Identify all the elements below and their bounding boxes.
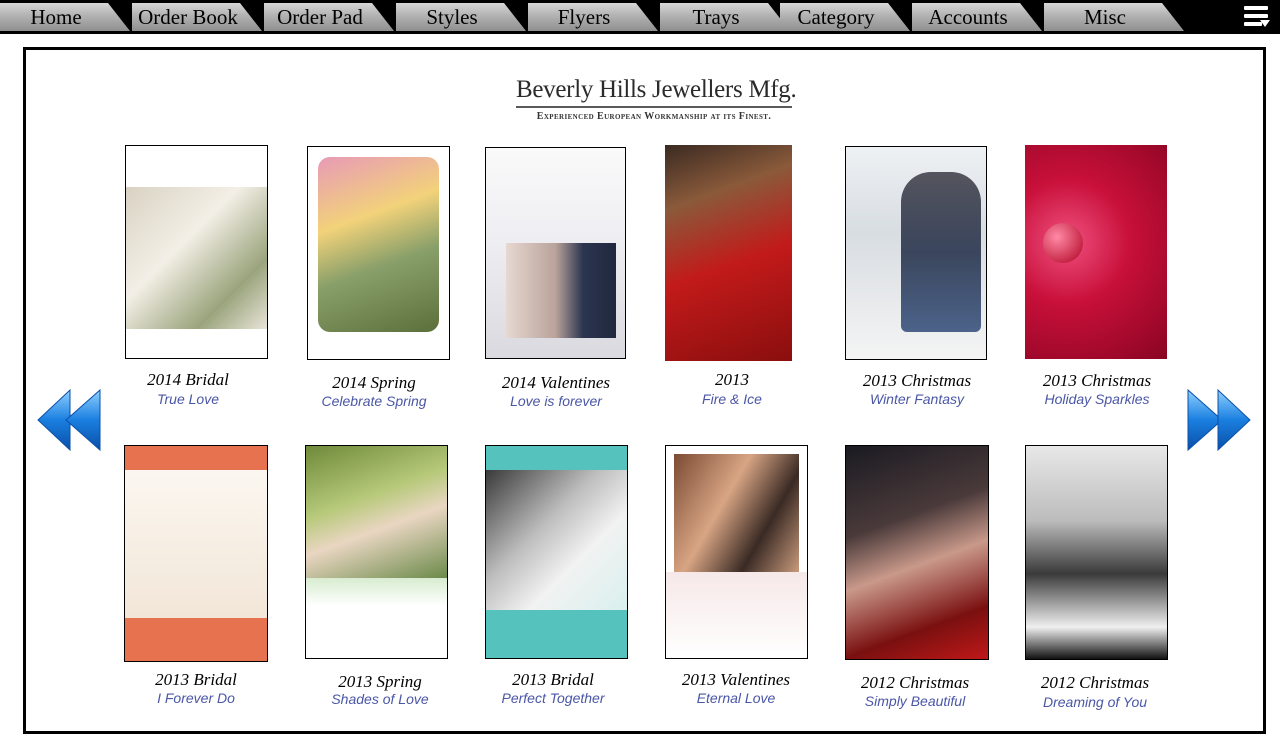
flyer-subtitle[interactable]: Fire & Ice: [632, 391, 832, 407]
flyer-cover-2013-fire-ice[interactable]: [665, 145, 792, 361]
brand-divider: [516, 106, 792, 108]
flyer-subtitle[interactable]: Holiday Sparkles: [997, 391, 1197, 407]
brand-name: Beverly Hills Jewellers Mfg.: [516, 76, 797, 103]
tab-label: Trays: [692, 5, 740, 29]
flyer-subtitle[interactable]: Simply Beautiful: [815, 693, 1015, 709]
tab-home[interactable]: Home: [0, 3, 130, 31]
flyer-cover-2013-spring-shades[interactable]: [305, 445, 448, 659]
flyer-title: 2013 Christmas: [862, 371, 972, 390]
flyer-cover-2014-bridal[interactable]: [125, 145, 268, 359]
flyer-subtitle[interactable]: Dreaming of You: [995, 694, 1195, 710]
flyer-cover-2013-bridal-forever[interactable]: [124, 445, 268, 662]
tab-trays[interactable]: Trays: [660, 3, 790, 31]
tab-label: Category: [797, 5, 875, 29]
flyer-cover-2013-christmas-winter[interactable]: [845, 146, 987, 360]
tab-label: Accounts: [928, 5, 1008, 29]
flyer-cover-2012-christmas-dreaming[interactable]: [1025, 445, 1168, 660]
flyer-subtitle[interactable]: Winter Fantasy: [817, 391, 1017, 407]
flyer-cover-2014-valentines[interactable]: [485, 147, 626, 359]
flyer-title: 2014 Valentines: [501, 373, 611, 392]
flyer-title: 2013: [715, 370, 749, 389]
tab-label: Order Book: [138, 5, 238, 29]
flyer-cover-2013-bridal-perfect[interactable]: [485, 445, 628, 659]
flyer-title: 2013 Christmas: [1042, 371, 1152, 390]
tab-label: Misc: [1084, 5, 1126, 29]
flyer-subtitle[interactable]: True Love: [88, 391, 288, 407]
tab-category[interactable]: Category: [780, 3, 910, 31]
hamburger-menu-icon[interactable]: [1242, 3, 1272, 31]
brand-tagline: Experienced European Workmanship at its …: [536, 111, 772, 122]
top-nav-bar: Home Order Book Order Pad Styles Flyers …: [0, 0, 1280, 34]
flyer-title: 2012 Christmas: [1040, 673, 1150, 692]
flyer-cover-2013-valentines-eternal[interactable]: [665, 445, 808, 659]
flyer-subtitle[interactable]: Celebrate Spring: [274, 393, 474, 409]
tab-label: Styles: [426, 5, 478, 29]
flyer-title: 2013 Bridal: [155, 670, 237, 689]
tab-flyers[interactable]: Flyers: [528, 3, 658, 31]
flyer-title: 2013 Valentines: [681, 670, 791, 689]
flyer-title: 2012 Christmas: [860, 673, 970, 692]
tab-accounts[interactable]: Accounts: [912, 3, 1042, 31]
tab-label: Home: [30, 5, 82, 29]
tab-label: Flyers: [557, 5, 611, 29]
flyer-subtitle[interactable]: I Forever Do: [96, 690, 296, 706]
tab-styles[interactable]: Styles: [396, 3, 526, 31]
flyer-title: 2014 Bridal: [147, 370, 229, 389]
flyer-title: 2014 Spring: [332, 373, 416, 392]
flyer-cover-2012-christmas-simply[interactable]: [845, 445, 989, 660]
flyer-subtitle[interactable]: Perfect Together: [453, 690, 653, 706]
flyer-subtitle[interactable]: Eternal Love: [636, 690, 836, 706]
tab-order-book[interactable]: Order Book: [132, 3, 262, 31]
brand-header: Beverly Hills Jewellers Mfg. Experienced…: [516, 76, 797, 122]
flyer-title: 2013 Bridal: [512, 670, 594, 689]
tab-order-pad[interactable]: Order Pad: [264, 3, 394, 31]
flyer-cover-2013-christmas-holiday[interactable]: [1025, 145, 1167, 359]
flyer-subtitle[interactable]: Love is forever: [456, 393, 656, 409]
tab-misc[interactable]: Misc: [1044, 3, 1184, 31]
flyer-cover-2014-spring[interactable]: [307, 146, 450, 360]
flyer-title: 2013 Spring: [338, 672, 422, 691]
tab-label: Order Pad: [277, 5, 363, 29]
flyer-subtitle[interactable]: Shades of Love: [280, 691, 480, 707]
